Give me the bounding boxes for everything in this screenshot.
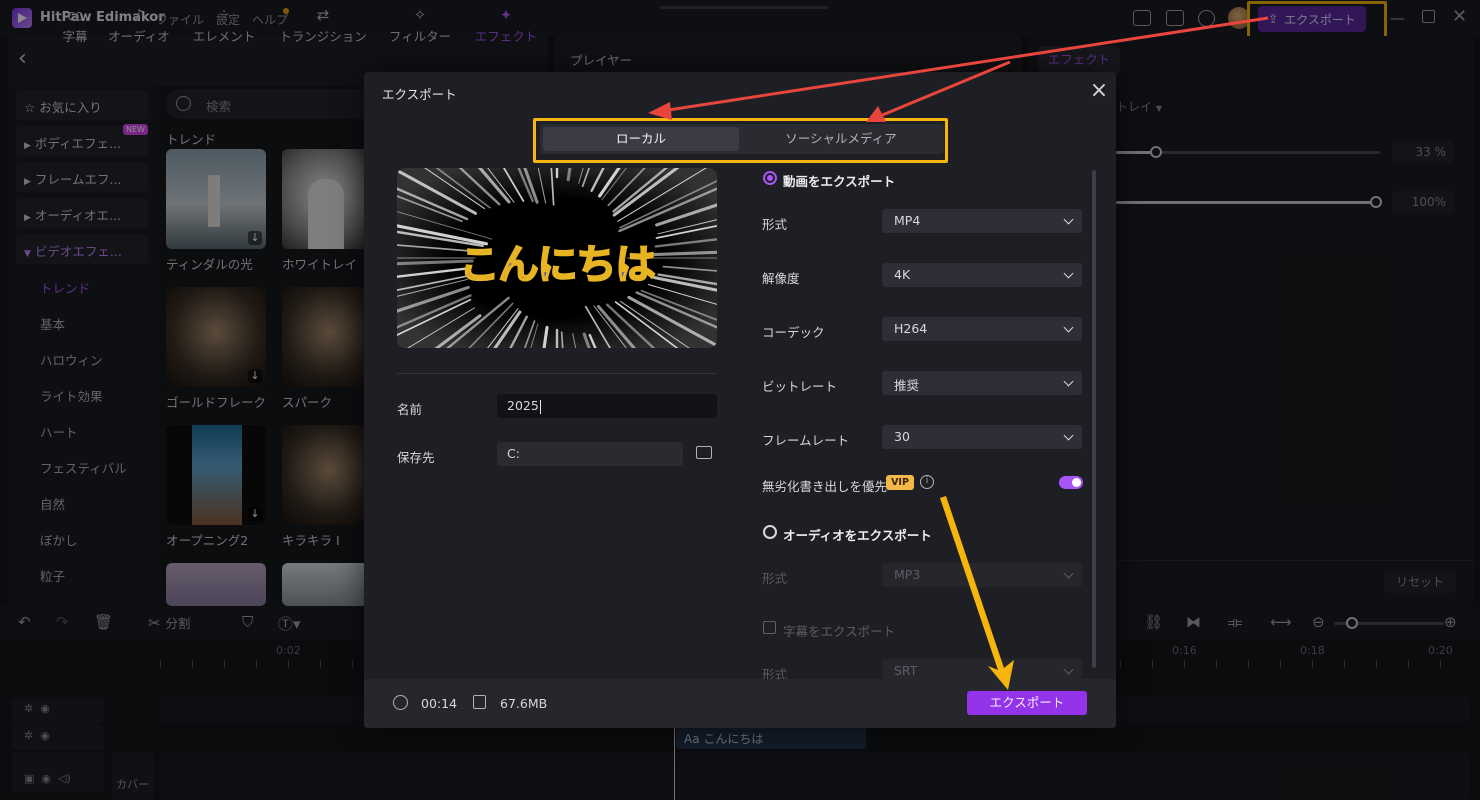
format-select[interactable]: MP4 <box>882 209 1082 233</box>
file-size-text: 67.6MB <box>500 696 548 711</box>
codec-select[interactable]: H264 <box>882 317 1082 341</box>
lossless-toggle[interactable] <box>1059 476 1083 489</box>
bitrate-select[interactable]: 推奨 <box>882 371 1082 395</box>
annotation-box-tabs <box>533 118 948 163</box>
app-window: HitPaw Edimakor ファイル 設定 ヘルプ ⇪ エクスポート — ✕… <box>0 0 1480 800</box>
vip-badge: VIP <box>886 475 914 490</box>
subtitle-format-select[interactable]: SRT <box>882 659 1082 679</box>
subtitle-export-label: 字幕をエクスポート <box>783 624 896 639</box>
name-label: 名前 <box>397 402 423 417</box>
resolution-label: 解像度 <box>762 271 800 286</box>
chevron-down-icon <box>1063 664 1074 675</box>
subtitle-export-checkbox[interactable] <box>763 621 776 634</box>
lossless-label: 無劣化書き出しを優先 <box>762 479 888 494</box>
radio-export-audio[interactable] <box>763 525 777 539</box>
chevron-down-icon <box>1063 322 1074 333</box>
radio-export-video[interactable] <box>763 171 777 185</box>
audio-format-value: MP3 <box>894 567 921 582</box>
duration-text: 00:14 <box>421 696 458 711</box>
save-location-label: 保存先 <box>397 450 435 465</box>
bitrate-value: 推奨 <box>894 378 920 393</box>
codec-value: H264 <box>894 321 928 336</box>
name-input[interactable]: 2025 <box>497 394 717 418</box>
framerate-value: 30 <box>894 429 910 444</box>
audio-format-label: 形式 <box>762 571 788 586</box>
resolution-select[interactable]: 4K <box>882 263 1082 287</box>
export-audio-label: オーディオをエクスポート <box>783 528 932 543</box>
chevron-down-icon <box>1063 568 1074 579</box>
file-size-icon <box>473 695 486 709</box>
dialog-divider <box>397 373 717 374</box>
chevron-down-icon <box>1063 214 1074 225</box>
chevron-down-icon <box>1063 430 1074 441</box>
clock-icon <box>393 695 408 710</box>
format-value: MP4 <box>894 213 921 228</box>
export-preview: こんにちは <box>397 168 717 348</box>
dialog-title: エクスポート <box>382 87 457 102</box>
save-location-input[interactable]: C: <box>497 442 683 466</box>
subtitle-format-value: SRT <box>894 663 918 678</box>
resolution-value: 4K <box>894 267 911 282</box>
settings-scrollbar[interactable] <box>1092 170 1096 668</box>
framerate-label: フレームレート <box>762 433 850 448</box>
folder-icon[interactable] <box>696 446 712 459</box>
text-caret <box>539 399 541 414</box>
preview-text: こんにちは <box>459 241 657 289</box>
close-icon[interactable]: × <box>1088 80 1110 102</box>
format-label: 形式 <box>762 217 788 232</box>
export-button[interactable]: エクスポート <box>967 691 1087 715</box>
audio-format-select[interactable]: MP3 <box>882 563 1082 587</box>
codec-label: コーデック <box>762 325 825 340</box>
export-video-label: 動画をエクスポート <box>783 174 896 189</box>
bitrate-label: ビットレート <box>762 379 838 394</box>
name-input-value: 2025 <box>507 398 539 413</box>
framerate-select[interactable]: 30 <box>882 425 1082 449</box>
info-icon[interactable]: i <box>920 475 934 489</box>
chevron-down-icon <box>1063 376 1074 387</box>
chevron-down-icon <box>1063 268 1074 279</box>
